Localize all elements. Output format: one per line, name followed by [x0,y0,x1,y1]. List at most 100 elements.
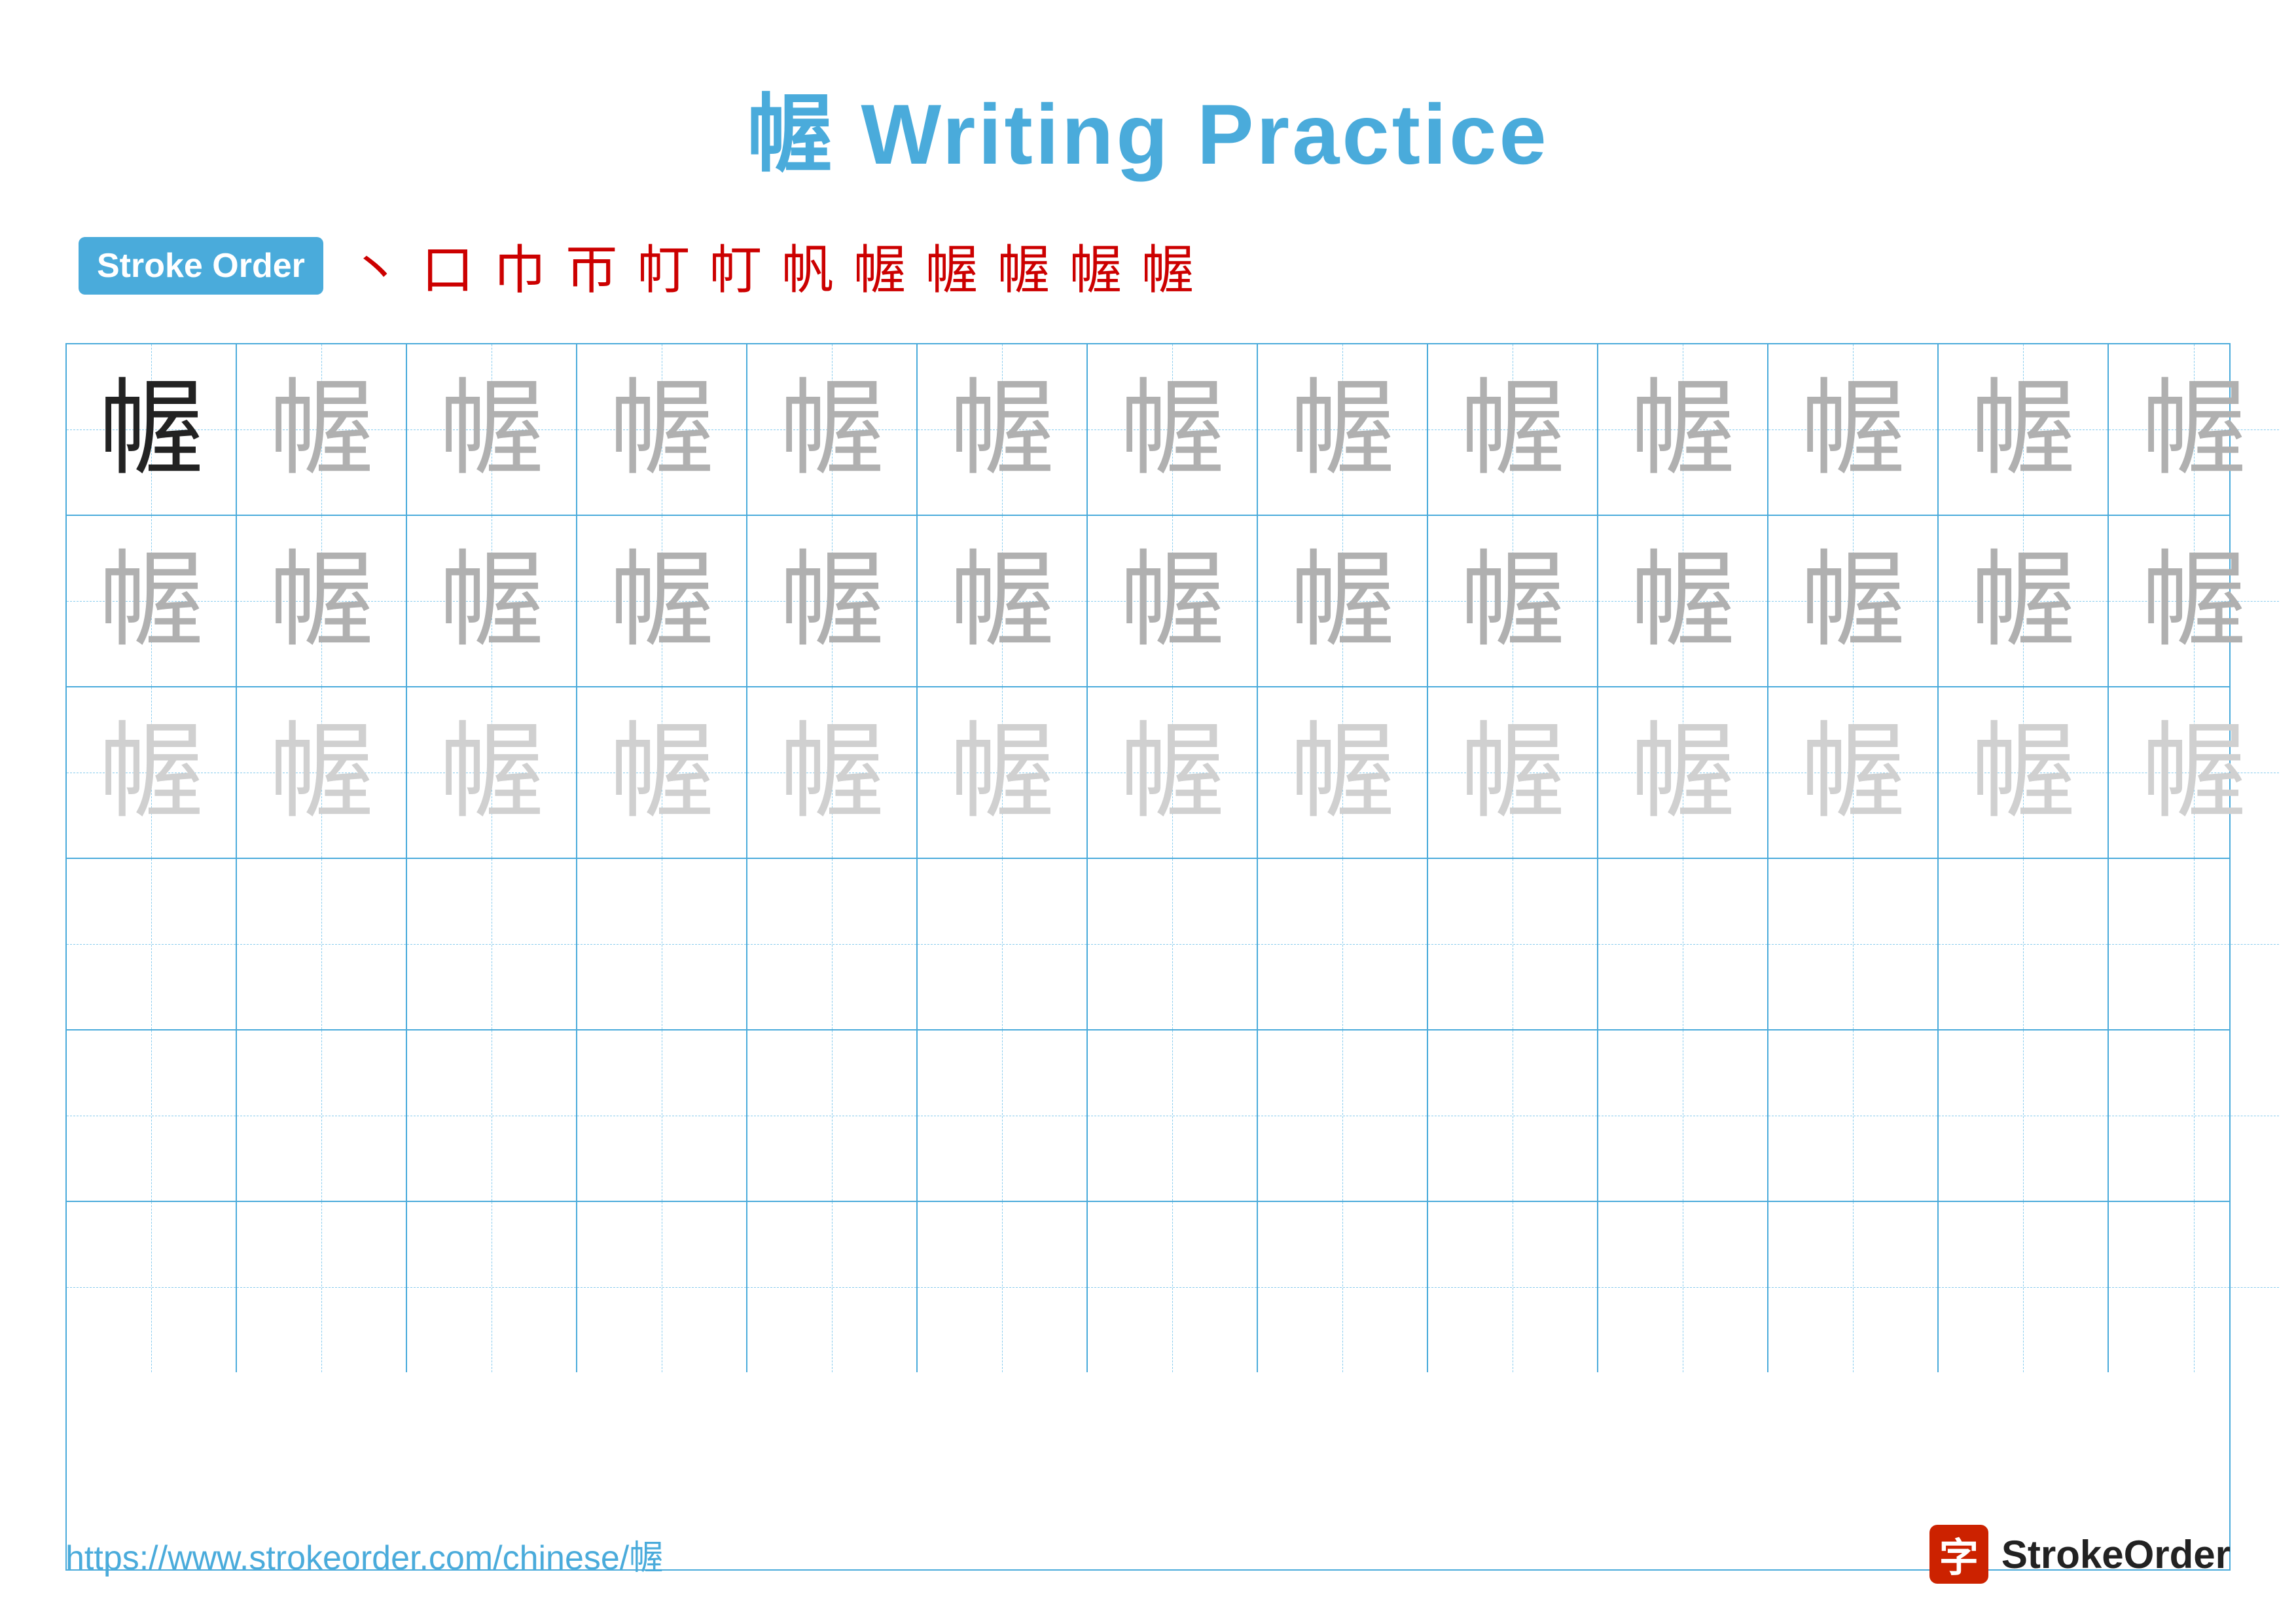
practice-grid: 幄 幄 幄 幄 幄 幄 幄 幄 幄 幄 幄 幄 幄 幄 幄 幄 幄 幄 幄 幄 … [65,343,2231,1571]
stroke-12: 幄 [1141,228,1194,304]
cell-6-9[interactable] [1428,1202,1598,1372]
cell-6-8[interactable] [1258,1202,1428,1372]
cell-6-7[interactable] [1088,1202,1258,1372]
cell-4-7[interactable] [1088,859,1258,1029]
cell-1-2[interactable]: 幄 [237,344,407,515]
cell-3-3[interactable]: 幄 [407,687,577,858]
cell-4-8[interactable] [1258,859,1428,1029]
footer-url: https://www.strokeorder.com/chinese/幄 [65,1530,663,1579]
cell-3-5[interactable]: 幄 [747,687,918,858]
grid-row-5 [67,1030,2229,1202]
logo-icon: 字 [1929,1525,1988,1584]
cell-2-8[interactable]: 幄 [1258,516,1428,686]
cell-4-2[interactable] [237,859,407,1029]
cell-3-9[interactable]: 幄 [1428,687,1598,858]
cell-1-4[interactable]: 幄 [577,344,747,515]
cell-1-9[interactable]: 幄 [1428,344,1598,515]
cell-2-10[interactable]: 幄 [1598,516,1768,686]
cell-3-6[interactable]: 幄 [918,687,1088,858]
logo-char: 字 [1939,1526,1979,1583]
stroke-order-badge: Stroke Order [79,237,323,295]
cell-3-10[interactable]: 幄 [1598,687,1768,858]
cell-1-3[interactable]: 幄 [407,344,577,515]
cell-2-13[interactable]: 幄 [2109,516,2279,686]
stroke-1: 丶 [350,228,402,304]
cell-6-3[interactable] [407,1202,577,1372]
cell-6-2[interactable] [237,1202,407,1372]
cell-1-11[interactable]: 幄 [1768,344,1939,515]
stroke-10: 幄 [997,228,1050,304]
cell-3-12[interactable]: 幄 [1939,687,2109,858]
cell-6-4[interactable] [577,1202,747,1372]
cell-3-11[interactable]: 幄 [1768,687,1939,858]
cell-3-8[interactable]: 幄 [1258,687,1428,858]
stroke-5: 帄 [637,228,690,304]
cell-4-6[interactable] [918,859,1088,1029]
cell-2-11[interactable]: 幄 [1768,516,1939,686]
cell-4-1[interactable] [67,859,237,1029]
cell-5-3[interactable] [407,1030,577,1201]
cell-2-12[interactable]: 幄 [1939,516,2109,686]
logo-name: StrokeOrder [2001,1532,2231,1577]
stroke-sequence: 丶 口 巾 帀 帄 帄 帆 幄 幄 幄 幄 幄 [350,228,1194,304]
cell-6-5[interactable] [747,1202,918,1372]
cell-1-13[interactable]: 幄 [2109,344,2279,515]
grid-row-2: 幄 幄 幄 幄 幄 幄 幄 幄 幄 幄 幄 幄 幄 [67,516,2229,687]
cell-1-1[interactable]: 幄 [67,344,237,515]
cell-1-8[interactable]: 幄 [1258,344,1428,515]
cell-3-2[interactable]: 幄 [237,687,407,858]
cell-2-3[interactable]: 幄 [407,516,577,686]
footer-logo: 字 StrokeOrder [1929,1525,2231,1584]
cell-3-1[interactable]: 幄 [67,687,237,858]
cell-5-5[interactable] [747,1030,918,1201]
cell-2-2[interactable]: 幄 [237,516,407,686]
cell-6-13[interactable] [2109,1202,2279,1372]
cell-2-7[interactable]: 幄 [1088,516,1258,686]
cell-5-8[interactable] [1258,1030,1428,1201]
stroke-2: 口 [422,228,474,304]
cell-2-6[interactable]: 幄 [918,516,1088,686]
cell-5-11[interactable] [1768,1030,1939,1201]
cell-3-4[interactable]: 幄 [577,687,747,858]
cell-5-12[interactable] [1939,1030,2109,1201]
cell-5-1[interactable] [67,1030,237,1201]
cell-4-11[interactable] [1768,859,1939,1029]
page: 幄 Writing Practice Stroke Order 丶 口 巾 帀 … [0,0,2296,1623]
cell-4-13[interactable] [2109,859,2279,1029]
cell-4-9[interactable] [1428,859,1598,1029]
cell-5-6[interactable] [918,1030,1088,1201]
grid-row-3: 幄 幄 幄 幄 幄 幄 幄 幄 幄 幄 幄 幄 幄 [67,687,2229,859]
cell-3-7[interactable]: 幄 [1088,687,1258,858]
cell-1-7[interactable]: 幄 [1088,344,1258,515]
cell-6-12[interactable] [1939,1202,2109,1372]
grid-row-6 [67,1202,2229,1372]
cell-4-12[interactable] [1939,859,2109,1029]
cell-5-7[interactable] [1088,1030,1258,1201]
cell-4-5[interactable] [747,859,918,1029]
cell-6-10[interactable] [1598,1202,1768,1372]
stroke-9: 幄 [925,228,978,304]
stroke-6: 帄 [709,228,762,304]
stroke-3: 巾 [493,228,546,304]
cell-1-5[interactable]: 幄 [747,344,918,515]
cell-1-10[interactable]: 幄 [1598,344,1768,515]
stroke-11: 幄 [1069,228,1122,304]
cell-5-10[interactable] [1598,1030,1768,1201]
cell-2-9[interactable]: 幄 [1428,516,1598,686]
cell-6-1[interactable] [67,1202,237,1372]
cell-6-11[interactable] [1768,1202,1939,1372]
cell-6-6[interactable] [918,1202,1088,1372]
cell-5-4[interactable] [577,1030,747,1201]
cell-2-4[interactable]: 幄 [577,516,747,686]
cell-4-3[interactable] [407,859,577,1029]
cell-2-1[interactable]: 幄 [67,516,237,686]
cell-4-4[interactable] [577,859,747,1029]
cell-2-5[interactable]: 幄 [747,516,918,686]
cell-1-6[interactable]: 幄 [918,344,1088,515]
cell-5-2[interactable] [237,1030,407,1201]
cell-3-13[interactable]: 幄 [2109,687,2279,858]
cell-1-12[interactable]: 幄 [1939,344,2109,515]
cell-5-13[interactable] [2109,1030,2279,1201]
cell-4-10[interactable] [1598,859,1768,1029]
cell-5-9[interactable] [1428,1030,1598,1201]
